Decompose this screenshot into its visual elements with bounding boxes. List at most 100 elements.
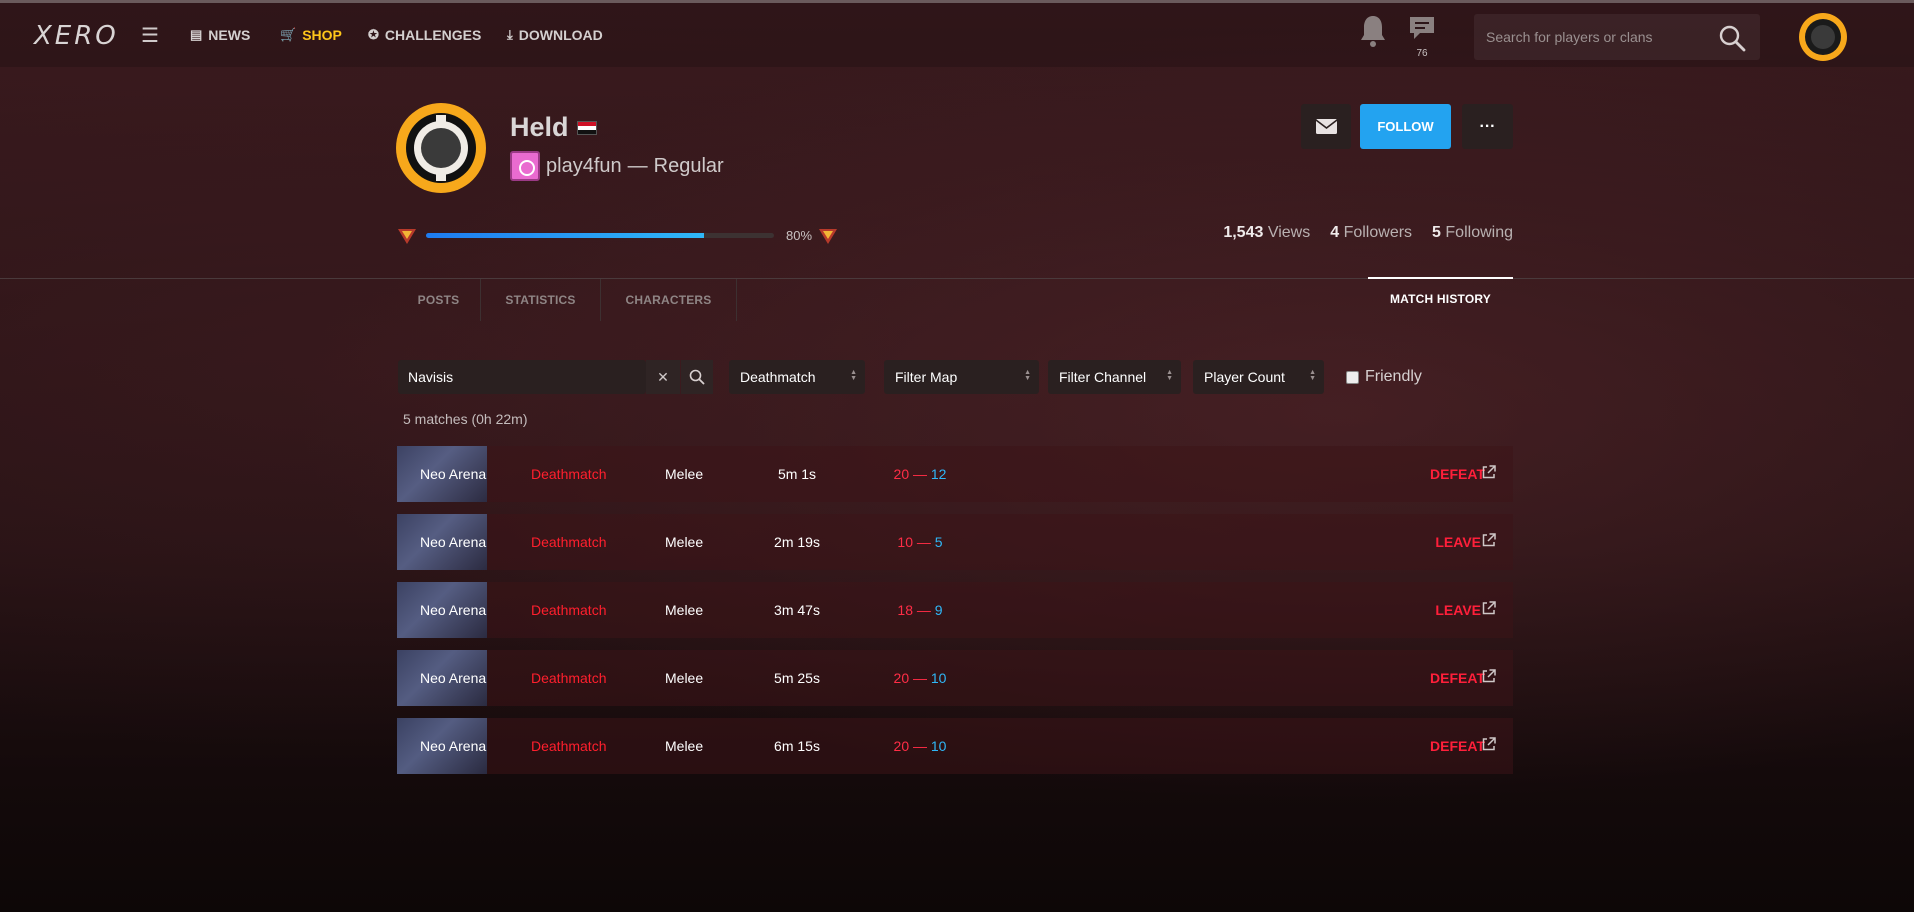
match-mode: Deathmatch	[531, 670, 607, 686]
match-mode: Deathmatch	[531, 466, 607, 482]
clear-filter-close-icon[interactable]: ✕	[646, 360, 680, 394]
match-duration: 5m 1s	[777, 466, 817, 482]
match-map: Neo Arena	[420, 670, 487, 686]
clan-badge-icon	[510, 151, 540, 181]
filter-search-button[interactable]	[681, 360, 713, 394]
match-player-filter	[398, 360, 646, 394]
hamburger-menu-icon[interactable]: ☰	[141, 23, 159, 48]
nav-challenges-link[interactable]: ✪ CHALLENGES	[368, 27, 481, 43]
match-mode: Deathmatch	[531, 534, 607, 550]
match-type: Melee	[665, 466, 704, 482]
match-map: Neo Arena	[420, 738, 487, 754]
match-score: 20 — 10	[893, 738, 947, 754]
match-duration: 2m 19s	[774, 534, 820, 550]
message-count-badge: 76	[1416, 48, 1428, 59]
match-player-filter-input[interactable]	[398, 360, 643, 394]
profile-stats: 1,543 Views 4 Followers 5 Following	[1223, 224, 1513, 242]
sort-arrows-icon: ▲ ▼	[1024, 369, 1031, 382]
tab-match-history[interactable]: MATCH HISTORY	[1368, 277, 1513, 319]
match-score: 10 — 5	[897, 534, 943, 550]
nav-challenges-label: CHALLENGES	[384, 27, 482, 43]
nav-download-label: DOWNLOAD	[518, 27, 603, 43]
nav-shop-link[interactable]: 🛒 SHOP	[280, 27, 342, 43]
external-link-icon[interactable]	[1481, 668, 1497, 684]
mode-select[interactable]: Deathmatch ▲ ▼	[729, 360, 865, 394]
profile-avatar	[396, 103, 486, 193]
match-score: 20 — 12	[893, 466, 947, 482]
send-message-button[interactable]	[1301, 104, 1351, 149]
download-icon: ⤓	[507, 27, 513, 42]
external-link-icon[interactable]	[1481, 600, 1497, 616]
nav-news-label: NEWS	[208, 27, 251, 43]
mode-select-value: Deathmatch	[740, 369, 816, 385]
external-link-icon[interactable]	[1481, 464, 1497, 480]
match-type: Melee	[665, 534, 704, 550]
profile-name-row: Held	[510, 112, 597, 143]
views-stat: 1,543 Views	[1223, 224, 1311, 241]
search-icon[interactable]	[1718, 24, 1746, 52]
match-score: 18 — 9	[897, 602, 943, 618]
match-row[interactable]: Neo Arena Deathmatch Melee 3m 47s 18 — 9…	[397, 582, 1513, 638]
tabs-divider	[0, 278, 1914, 279]
xero-logo[interactable]: XERO	[34, 21, 119, 51]
friendly-checkbox[interactable]	[1346, 370, 1359, 384]
match-row[interactable]: Neo Arena Deathmatch Melee 5m 1s 20 — 12…	[397, 446, 1513, 502]
sort-arrows-icon: ▲ ▼	[850, 369, 857, 382]
match-result: DEFEAT	[1430, 670, 1485, 686]
cart-icon: 🛒	[280, 27, 297, 42]
match-mode: Deathmatch	[531, 602, 607, 618]
player-search-input[interactable]	[1474, 14, 1714, 60]
tab-posts[interactable]: POSTS	[397, 279, 481, 321]
clan-name: play4fun	[546, 154, 622, 177]
clan-info[interactable]: play4fun — Regular	[510, 151, 724, 181]
match-type: Melee	[665, 602, 704, 618]
xp-percent-label: 80%	[786, 228, 813, 243]
external-link-icon[interactable]	[1481, 736, 1497, 752]
match-row[interactable]: Neo Arena Deathmatch Melee 5m 25s 20 — 1…	[397, 650, 1513, 706]
nav-download-link[interactable]: ⤓ DOWNLOAD	[507, 27, 603, 43]
more-options-button[interactable]: ···	[1462, 104, 1513, 149]
nav-news-link[interactable]: ▤ NEWS	[190, 27, 250, 43]
match-result: DEFEAT	[1430, 738, 1485, 754]
match-duration: 6m 15s	[774, 738, 820, 754]
match-type: Melee	[665, 670, 704, 686]
external-link-icon[interactable]	[1481, 532, 1497, 548]
match-map: Neo Arena	[420, 466, 487, 482]
chat-icon	[1410, 17, 1434, 39]
match-duration: 3m 47s	[774, 602, 820, 618]
tab-statistics[interactable]: STATISTICS	[481, 279, 601, 321]
friendly-label: Friendly	[1365, 368, 1422, 385]
tab-characters[interactable]: CHARACTERS	[601, 279, 737, 321]
xp-progress-bar	[426, 233, 774, 238]
search-icon	[689, 369, 705, 385]
match-score: 20 — 10	[893, 670, 947, 686]
envelope-icon	[1315, 119, 1338, 134]
country-flag-icon	[576, 120, 597, 135]
channel-select-value: Filter Channel	[1059, 369, 1147, 385]
profile-name: Held	[510, 112, 569, 142]
match-result: LEAVE	[1435, 534, 1481, 550]
notifications-bell-icon[interactable]	[1358, 13, 1388, 49]
match-row[interactable]: Neo Arena Deathmatch Melee 6m 15s 20 — 1…	[397, 718, 1513, 774]
top-navbar: XERO ☰ ▤ NEWS 🛒 SHOP ✪ CHALLENGES ⤓ DOWN…	[0, 3, 1914, 67]
next-rank-icon	[819, 229, 837, 244]
player-count-select[interactable]: Player Count ▲ ▼	[1193, 360, 1324, 394]
follow-button[interactable]: FOLLOW	[1360, 104, 1451, 149]
following-stat[interactable]: 5 Following	[1432, 224, 1513, 242]
followers-stat[interactable]: 4 Followers	[1330, 224, 1412, 242]
map-select[interactable]: Filter Map ▲ ▼	[884, 360, 1039, 394]
player-search-box	[1474, 14, 1760, 60]
newspaper-icon: ▤	[190, 27, 203, 42]
friendly-filter: Friendly	[1346, 368, 1422, 386]
medal-icon: ✪	[368, 27, 379, 42]
match-result: DEFEAT	[1430, 466, 1485, 482]
clan-role: Regular	[653, 154, 724, 177]
user-avatar[interactable]	[1799, 13, 1847, 61]
match-summary: 5 matches (0h 22m)	[403, 411, 528, 427]
match-result: LEAVE	[1435, 602, 1481, 618]
match-row[interactable]: Neo Arena Deathmatch Melee 2m 19s 10 — 5…	[397, 514, 1513, 570]
channel-select[interactable]: Filter Channel ▲ ▼	[1048, 360, 1181, 394]
player-count-select-value: Player Count	[1204, 369, 1285, 385]
messages-button[interactable]: 76	[1408, 15, 1436, 59]
map-select-value: Filter Map	[895, 369, 958, 385]
